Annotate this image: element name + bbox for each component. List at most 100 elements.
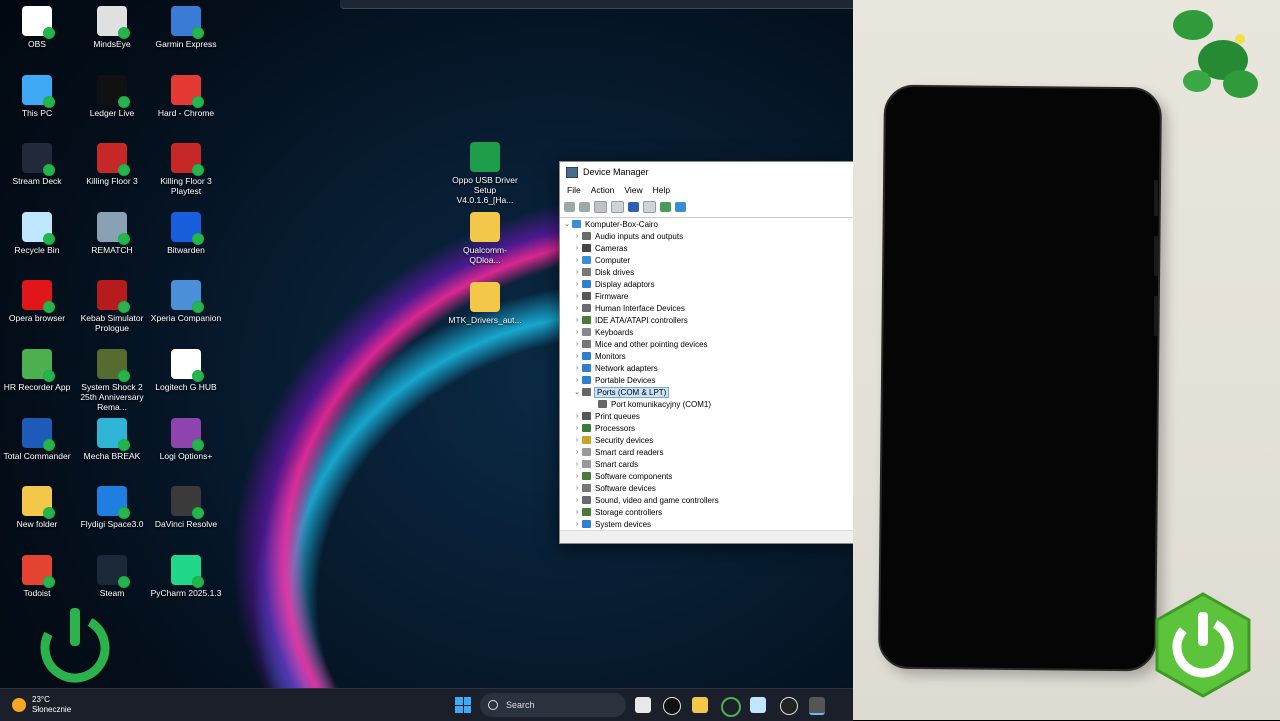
expand-chevron-icon[interactable]: › — [572, 473, 582, 480]
tree-category[interactable]: › Portable Devices — [562, 374, 852, 386]
desktop-icon[interactable]: Todoist — [0, 551, 74, 598]
menu-action[interactable]: Action — [591, 185, 615, 195]
desktop-icon[interactable]: Total Commander — [0, 414, 74, 461]
weather-widget[interactable]: 23°C Słonecznie — [12, 695, 71, 715]
desktop-icon[interactable]: Mecha BREAK — [75, 414, 149, 461]
expand-chevron-icon[interactable]: › — [572, 329, 582, 336]
expand-chevron-icon[interactable]: › — [572, 293, 582, 300]
scan-hardware-icon[interactable] — [660, 202, 671, 212]
obs-recording-icon[interactable] — [780, 697, 798, 715]
task-view-icon[interactable] — [635, 697, 651, 713]
expand-chevron-icon[interactable]: › — [572, 269, 582, 276]
tree-category[interactable]: ⌄ Ports (COM & LPT) — [562, 386, 852, 398]
tree-category[interactable]: › Smart cards — [562, 458, 852, 470]
desktop-icon[interactable]: PyCharm 2025.1.3 — [149, 551, 223, 598]
expand-chevron-icon[interactable]: › — [572, 377, 582, 384]
expand-chevron-icon[interactable]: › — [572, 521, 582, 528]
expand-chevron-icon[interactable]: › — [572, 485, 582, 492]
expand-chevron-icon[interactable]: › — [572, 245, 582, 252]
monitor-icon[interactable] — [675, 202, 686, 212]
power-app-icon[interactable] — [721, 697, 741, 717]
tree-category[interactable]: › Human Interface Devices — [562, 302, 852, 314]
taskbar-search[interactable]: Search — [480, 693, 626, 717]
notepad-icon[interactable] — [750, 697, 766, 713]
desktop-icon[interactable]: Flydigi Space3.0 — [75, 482, 149, 529]
tree-category[interactable]: › Firmware — [562, 290, 852, 302]
tree-category[interactable]: › Monitors — [562, 350, 852, 362]
grid-view-icon[interactable] — [611, 201, 624, 213]
expand-chevron-icon[interactable]: › — [572, 437, 582, 444]
expand-chevron-icon[interactable]: › — [572, 341, 582, 348]
desktop-icon[interactable]: Recycle Bin — [0, 208, 74, 255]
menu-view[interactable]: View — [624, 185, 642, 195]
desktop-icon[interactable]: Xperia Companion — [149, 276, 223, 323]
desktop-icon[interactable]: Opera browser — [0, 276, 74, 323]
expand-chevron-icon[interactable]: › — [572, 413, 582, 420]
file-explorer-icon[interactable] — [692, 697, 708, 713]
tree-category[interactable]: › IDE ATA/ATAPI controllers — [562, 314, 852, 326]
desktop-icon[interactable]: New folder — [0, 482, 74, 529]
desktop-icon[interactable]: Steam — [75, 551, 149, 598]
menu-help[interactable]: Help — [653, 185, 670, 195]
desktop-icon[interactable]: REMATCH — [75, 208, 149, 255]
expand-chevron-icon[interactable]: › — [572, 461, 582, 468]
desktop-icon[interactable]: Ledger Live — [75, 71, 149, 118]
tree-category[interactable]: › Smart card readers — [562, 446, 852, 458]
title-bar[interactable]: Device Manager — [560, 162, 853, 182]
tree-category[interactable]: › Print queues — [562, 410, 852, 422]
device-manager-window[interactable]: Device Manager File Action View Help ⌄ K… — [559, 161, 853, 544]
collapse-chevron-icon[interactable]: ⌄ — [572, 388, 582, 396]
tree-category[interactable]: › Disk drives — [562, 266, 852, 278]
desktop-icon[interactable]: Logitech G HUB — [149, 345, 223, 392]
desktop-icon[interactable]: Qualcomm-QDloa... — [448, 208, 522, 265]
desktop-icon[interactable]: HR Recorder App — [0, 345, 74, 392]
expand-chevron-icon[interactable]: › — [572, 497, 582, 504]
expand-chevron-icon[interactable]: › — [572, 425, 582, 432]
desktop-icon[interactable]: Hard - Chrome — [149, 71, 223, 118]
tree-category[interactable]: › Security devices — [562, 434, 852, 446]
desktop-icon[interactable]: OBS — [0, 2, 74, 49]
expand-chevron-icon[interactable]: › — [572, 365, 582, 372]
expand-chevron-icon[interactable]: › — [572, 509, 582, 516]
desktop-icon[interactable]: Oppo USB Driver Setup V4.0.1.6_[Ha... — [448, 138, 522, 205]
tree-root[interactable]: ⌄ Komputer-Box-Cairo — [562, 218, 852, 230]
device-tree[interactable]: ⌄ Komputer-Box-Cairo › Audio inputs and o… — [562, 218, 852, 530]
expand-chevron-icon[interactable]: › — [572, 449, 582, 456]
tree-child-item[interactable]: Port komunikacyjny (COM1) — [562, 398, 852, 410]
expand-chevron-icon[interactable]: › — [572, 281, 582, 288]
tree-category[interactable]: › Cameras — [562, 242, 852, 254]
tree-category[interactable]: › Network adapters — [562, 362, 852, 374]
expand-chevron-icon[interactable]: › — [572, 317, 582, 324]
desktop-icon[interactable]: Garmin Express — [149, 2, 223, 49]
expand-chevron-icon[interactable]: › — [572, 233, 582, 240]
back-arrow-icon[interactable] — [564, 202, 575, 212]
device-manager-taskbar-icon[interactable] — [809, 697, 825, 715]
desktop-icon[interactable]: Bitwarden — [149, 208, 223, 255]
properties-pane-icon[interactable] — [594, 201, 607, 213]
tree-category[interactable]: › Audio inputs and outputs — [562, 230, 852, 242]
desktop-icon[interactable]: This PC — [0, 71, 74, 118]
tree-category[interactable]: › Keyboards — [562, 326, 852, 338]
menu-file[interactable]: File — [567, 185, 581, 195]
help-icon[interactable] — [628, 202, 639, 212]
expand-chevron-icon[interactable]: › — [572, 257, 582, 264]
expand-chevron-icon[interactable]: › — [572, 305, 582, 312]
details-icon[interactable] — [643, 201, 656, 213]
tree-category[interactable]: › Storage controllers — [562, 506, 852, 518]
desktop-icon[interactable]: Kebab Simulator Prologue — [75, 276, 149, 333]
expand-chevron-icon[interactable]: › — [572, 353, 582, 360]
tree-category[interactable]: › Mice and other pointing devices — [562, 338, 852, 350]
tree-category[interactable]: › Processors — [562, 422, 852, 434]
tree-category[interactable]: › Software devices — [562, 482, 852, 494]
forward-arrow-icon[interactable] — [579, 202, 590, 212]
tree-category[interactable]: › Sound, video and game controllers — [562, 494, 852, 506]
tree-category[interactable]: › Computer — [562, 254, 852, 266]
desktop-icon[interactable]: Stream Deck — [0, 139, 74, 186]
tree-category[interactable]: › System devices — [562, 518, 852, 530]
desktop-icon[interactable]: Logi Options+ — [149, 414, 223, 461]
desktop-icon[interactable]: Killing Floor 3 Playtest — [149, 139, 223, 196]
windows-start-icon[interactable] — [455, 697, 471, 713]
desktop-icon[interactable]: MTK_Drivers_aut... — [448, 278, 522, 325]
collapse-chevron-icon[interactable]: ⌄ — [562, 220, 572, 228]
desktop-icon[interactable]: System Shock 2 25th Anniversary Rema... — [75, 345, 149, 412]
